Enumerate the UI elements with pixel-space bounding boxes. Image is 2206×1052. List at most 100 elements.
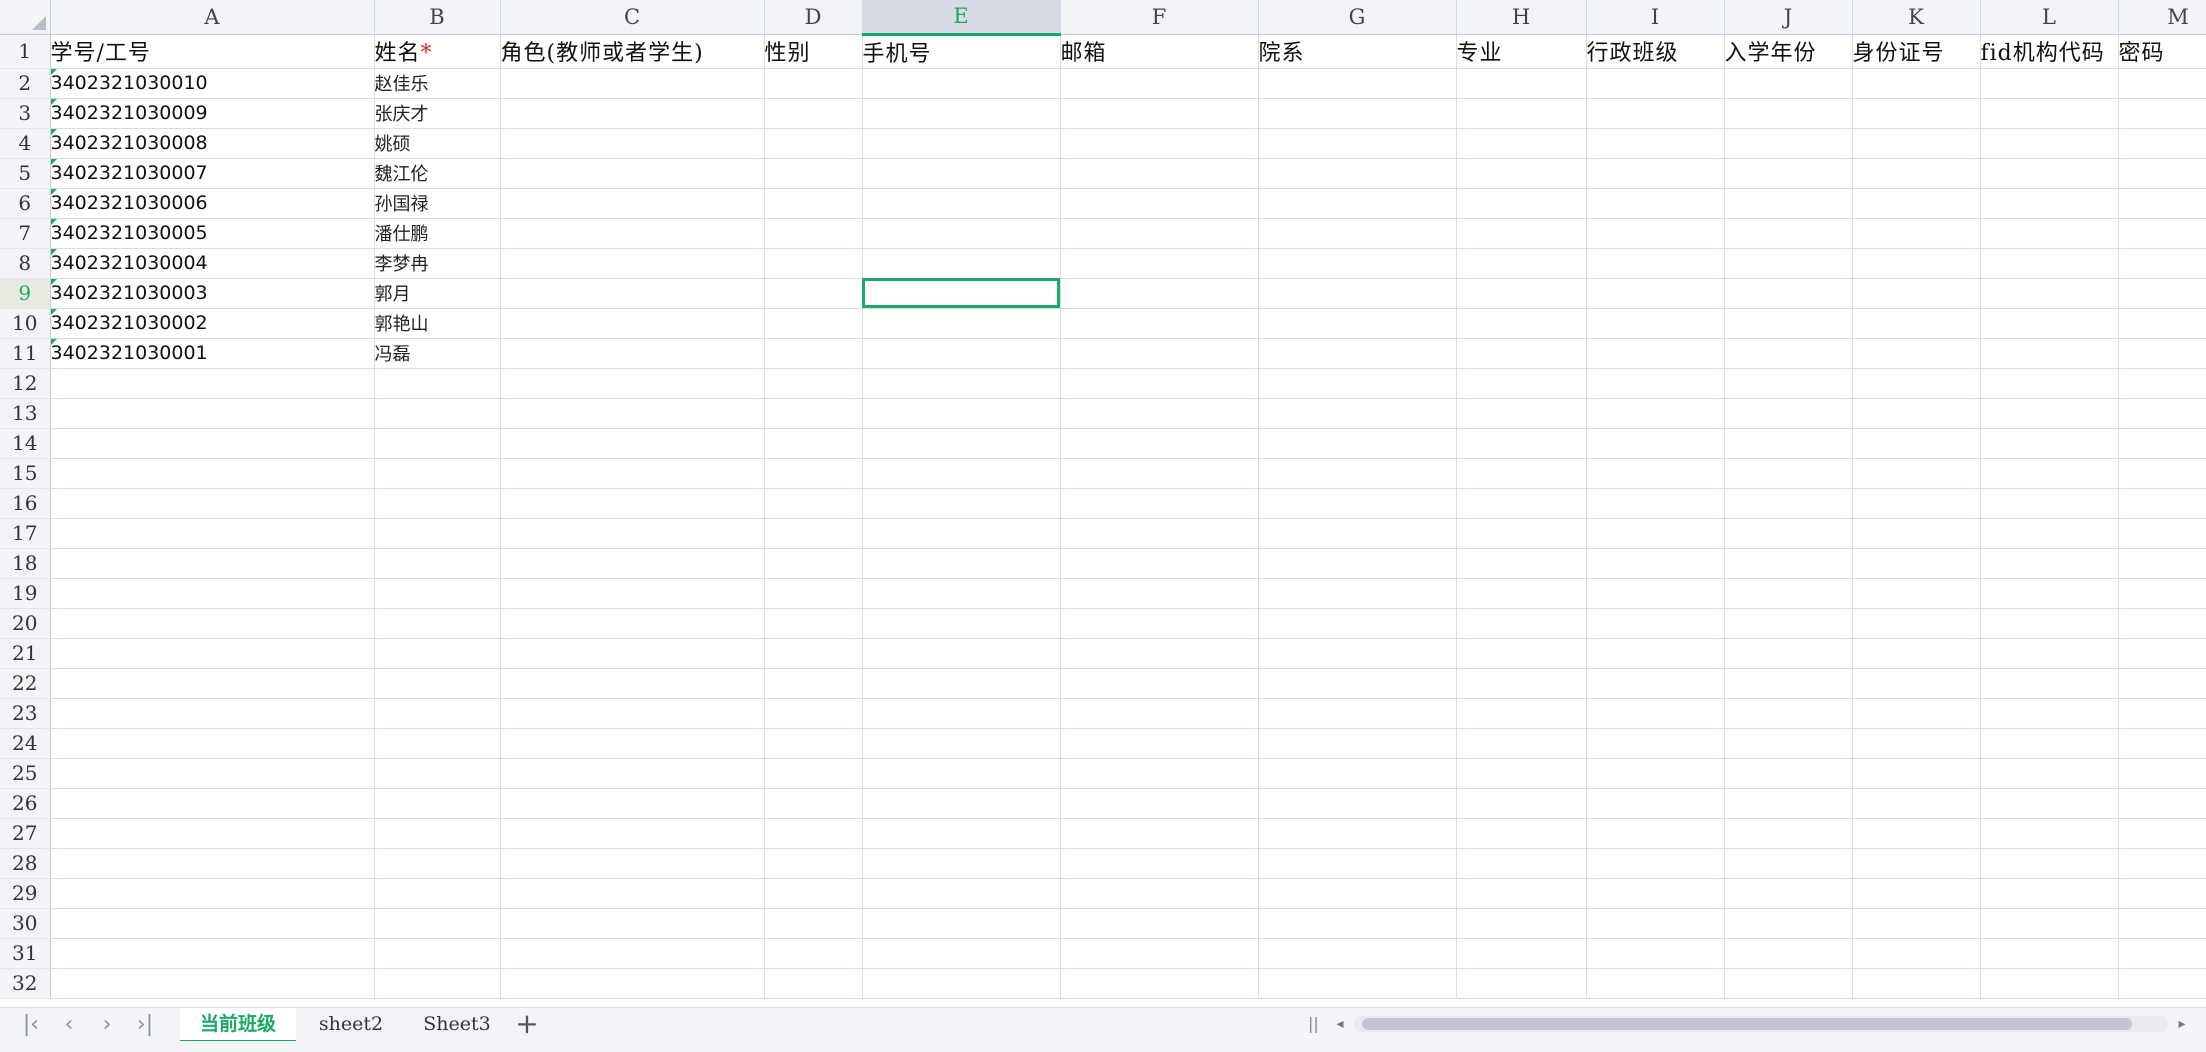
- cell-i3[interactable]: [1586, 98, 1725, 129]
- cell-b19[interactable]: [374, 578, 501, 609]
- cell-d15[interactable]: [764, 458, 863, 489]
- cell-f1[interactable]: 邮箱: [1060, 34, 1259, 69]
- cell-a28[interactable]: [50, 848, 375, 879]
- cell-b4[interactable]: 姚硕: [374, 128, 501, 159]
- cell-b9[interactable]: 郭月: [374, 278, 501, 309]
- add-sheet-button[interactable]: +: [512, 1008, 542, 1040]
- cell-j32[interactable]: [1724, 968, 1853, 999]
- cell-f15[interactable]: [1060, 458, 1259, 489]
- cell-l24[interactable]: [1980, 728, 2119, 759]
- cell-c17[interactable]: [500, 518, 765, 549]
- cell-c5[interactable]: [500, 158, 765, 189]
- cell-g13[interactable]: [1258, 398, 1457, 429]
- cell-k25[interactable]: [1852, 758, 1981, 789]
- cell-d20[interactable]: [764, 608, 863, 639]
- cell-b28[interactable]: [374, 848, 501, 879]
- cell-i32[interactable]: [1586, 968, 1725, 999]
- cell-j26[interactable]: [1724, 788, 1853, 819]
- cell-l19[interactable]: [1980, 578, 2119, 609]
- cell-k28[interactable]: [1852, 848, 1981, 879]
- cell-h17[interactable]: [1456, 518, 1587, 549]
- cell-j14[interactable]: [1724, 428, 1853, 459]
- cell-h11[interactable]: [1456, 338, 1587, 369]
- cell-g3[interactable]: [1258, 98, 1457, 129]
- cell-f11[interactable]: [1060, 338, 1259, 369]
- cell-a4[interactable]: 3402321030008: [50, 128, 375, 159]
- cell-k15[interactable]: [1852, 458, 1981, 489]
- cell-a24[interactable]: [50, 728, 375, 759]
- cell-i12[interactable]: [1586, 368, 1725, 399]
- cell-f4[interactable]: [1060, 128, 1259, 159]
- cell-l32[interactable]: [1980, 968, 2119, 999]
- cell-b22[interactable]: [374, 668, 501, 699]
- cell-k24[interactable]: [1852, 728, 1981, 759]
- cell-m20[interactable]: [2118, 608, 2206, 639]
- cell-l2[interactable]: [1980, 68, 2119, 99]
- cell-d28[interactable]: [764, 848, 863, 879]
- cell-l14[interactable]: [1980, 428, 2119, 459]
- cell-m2[interactable]: [2118, 68, 2206, 99]
- cell-l26[interactable]: [1980, 788, 2119, 819]
- cell-k8[interactable]: [1852, 248, 1981, 279]
- cell-i19[interactable]: [1586, 578, 1725, 609]
- cell-a21[interactable]: [50, 638, 375, 669]
- cell-k19[interactable]: [1852, 578, 1981, 609]
- cell-k18[interactable]: [1852, 548, 1981, 579]
- cell-e5[interactable]: [862, 158, 1061, 189]
- cell-m6[interactable]: [2118, 188, 2206, 219]
- row-header-23[interactable]: 23: [0, 698, 51, 729]
- cell-m13[interactable]: [2118, 398, 2206, 429]
- cell-j18[interactable]: [1724, 548, 1853, 579]
- cell-f19[interactable]: [1060, 578, 1259, 609]
- row-header-11[interactable]: 11: [0, 338, 51, 369]
- cell-i17[interactable]: [1586, 518, 1725, 549]
- cell-c20[interactable]: [500, 608, 765, 639]
- cell-a20[interactable]: [50, 608, 375, 639]
- last-sheet-icon[interactable]: ›|: [130, 1012, 160, 1038]
- cell-l27[interactable]: [1980, 818, 2119, 849]
- cell-l5[interactable]: [1980, 158, 2119, 189]
- row-header-4[interactable]: 4: [0, 128, 51, 159]
- cell-j2[interactable]: [1724, 68, 1853, 99]
- cell-d1[interactable]: 性别: [764, 34, 863, 69]
- scroll-right-icon[interactable]: ▸: [2172, 1014, 2192, 1034]
- cell-i14[interactable]: [1586, 428, 1725, 459]
- scrollbar-thumb[interactable]: [1362, 1018, 2132, 1030]
- cell-j25[interactable]: [1724, 758, 1853, 789]
- cell-a3[interactable]: 3402321030009: [50, 98, 375, 129]
- cell-i5[interactable]: [1586, 158, 1725, 189]
- cell-i21[interactable]: [1586, 638, 1725, 669]
- sheet-tab-sheet2[interactable]: sheet2: [306, 1008, 396, 1040]
- cell-f32[interactable]: [1060, 968, 1259, 999]
- cell-g19[interactable]: [1258, 578, 1457, 609]
- cell-f13[interactable]: [1060, 398, 1259, 429]
- cell-m22[interactable]: [2118, 668, 2206, 699]
- cell-d9[interactable]: [764, 278, 863, 309]
- cell-g24[interactable]: [1258, 728, 1457, 759]
- cell-e22[interactable]: [862, 668, 1061, 699]
- cell-c9[interactable]: [500, 278, 765, 309]
- row-header-13[interactable]: 13: [0, 398, 51, 429]
- cell-f30[interactable]: [1060, 908, 1259, 939]
- cell-a14[interactable]: [50, 428, 375, 459]
- cell-e20[interactable]: [862, 608, 1061, 639]
- column-header-c[interactable]: C: [500, 0, 765, 35]
- cell-f20[interactable]: [1060, 608, 1259, 639]
- cell-h23[interactable]: [1456, 698, 1587, 729]
- cell-e21[interactable]: [862, 638, 1061, 669]
- cell-c10[interactable]: [500, 308, 765, 339]
- cell-f26[interactable]: [1060, 788, 1259, 819]
- row-header-3[interactable]: 3: [0, 98, 51, 129]
- row-header-22[interactable]: 22: [0, 668, 51, 699]
- cell-h25[interactable]: [1456, 758, 1587, 789]
- cell-i18[interactable]: [1586, 548, 1725, 579]
- cell-g7[interactable]: [1258, 218, 1457, 249]
- cell-g21[interactable]: [1258, 638, 1457, 669]
- cell-j15[interactable]: [1724, 458, 1853, 489]
- cell-i6[interactable]: [1586, 188, 1725, 219]
- cell-c2[interactable]: [500, 68, 765, 99]
- cell-i13[interactable]: [1586, 398, 1725, 429]
- cell-c30[interactable]: [500, 908, 765, 939]
- cell-j28[interactable]: [1724, 848, 1853, 879]
- cell-d14[interactable]: [764, 428, 863, 459]
